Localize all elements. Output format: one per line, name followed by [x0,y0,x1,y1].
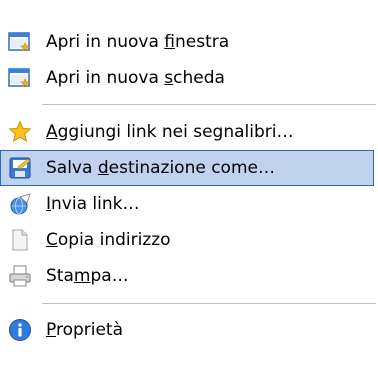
menu-item-open-new-tab[interactable]: Apri in nuova scheda [0,60,374,96]
printer-icon [8,264,32,288]
menu-item-label: Apri in nuova scheda [46,68,225,88]
menu-item-label: Salva destinazione come… [46,158,275,178]
menu-item-save-target-as[interactable]: Salva destinazione come… [0,150,374,186]
menu-item-label: Copia indirizzo [46,230,171,250]
menu-separator [42,303,376,304]
menu-item-label: Proprietà [46,320,124,340]
context-menu: Apri in nuova finestra Apri in nuova sch… [0,0,378,382]
menu-item-add-bookmark[interactable]: Aggiungi link nei segnalibri… [0,114,374,150]
menu-item-label: Apri in nuova finestra [46,32,230,52]
menu-item-open-new-window[interactable]: Apri in nuova finestra [0,24,374,60]
send-link-icon [8,192,32,216]
star-icon [8,120,32,144]
menu-item-copy-address[interactable]: Copia indirizzo [0,222,374,258]
menu-separator [42,104,376,105]
menu-item-properties[interactable]: Proprietà [0,312,374,348]
menu-item-label: Invia link… [46,194,140,214]
save-target-icon [8,156,32,180]
info-icon [8,318,32,342]
menu-item-print[interactable]: Stampa… [0,258,374,294]
menu-item-label: Aggiungi link nei segnalibri… [46,122,294,142]
new-window-icon [8,30,32,54]
menu-item-send-link[interactable]: Invia link… [0,186,374,222]
copy-icon [8,228,32,252]
new-tab-icon [8,66,32,90]
menu-item-label: Stampa… [46,266,129,286]
